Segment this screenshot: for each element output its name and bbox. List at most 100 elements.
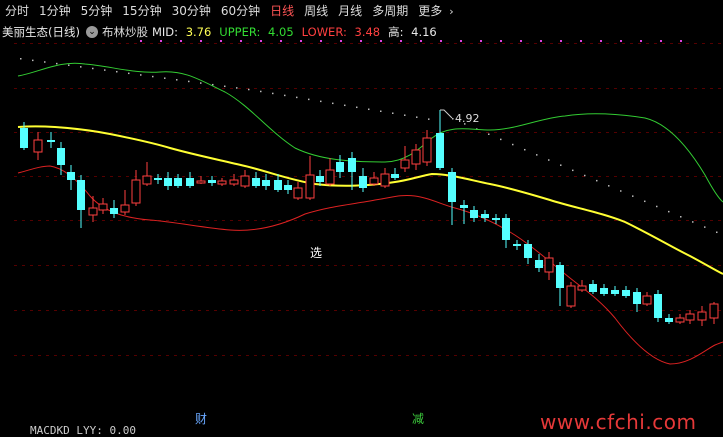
grid-dash: [654, 176, 657, 177]
candle-body[interactable]: [577, 285, 587, 291]
candle-body[interactable]: [316, 176, 324, 182]
tab-period-6[interactable]: 日线: [265, 0, 299, 22]
candle-body[interactable]: [186, 178, 194, 186]
candle-body[interactable]: [642, 295, 652, 305]
candle-body[interactable]: [633, 292, 641, 304]
candlestick-chart[interactable]: [0, 0, 723, 433]
grid-dash: [638, 132, 641, 133]
candle-body[interactable]: [217, 180, 227, 185]
grid-dash: [710, 265, 713, 266]
candle-body[interactable]: [422, 137, 432, 163]
candle-body[interactable]: [20, 128, 28, 148]
select-marker[interactable]: 选: [310, 244, 322, 261]
candle-body[interactable]: [611, 290, 619, 294]
chevron-down-circle-icon[interactable]: ⌄: [85, 26, 98, 38]
candle-body[interactable]: [174, 178, 182, 186]
candle-body[interactable]: [600, 288, 608, 294]
candle-body[interactable]: [284, 185, 292, 190]
candle-body[interactable]: [665, 318, 673, 322]
grid-dash: [102, 176, 105, 177]
grid-dash: [342, 176, 345, 177]
candle-body[interactable]: [325, 169, 335, 185]
candle-body[interactable]: [77, 180, 85, 210]
grid-dash: [214, 176, 217, 177]
candle-body[interactable]: [492, 218, 500, 220]
candle-body[interactable]: [47, 140, 55, 142]
tab-period-0[interactable]: 分时: [0, 0, 34, 22]
grid-dash: [182, 355, 185, 356]
candle-body[interactable]: [411, 149, 421, 165]
candle-body[interactable]: [566, 285, 576, 307]
candle-body[interactable]: [556, 265, 564, 288]
tab-period-5[interactable]: 60分钟: [216, 0, 265, 22]
tab-period-3[interactable]: 15分钟: [117, 0, 166, 22]
candle-body[interactable]: [697, 311, 707, 321]
tab-period-1[interactable]: 1分钟: [34, 0, 76, 22]
grid-dash: [222, 176, 225, 177]
grid-dash: [358, 220, 361, 221]
candle-body[interactable]: [359, 176, 367, 188]
more-arrow-icon[interactable]: ›: [447, 5, 455, 18]
candle-body[interactable]: [470, 210, 478, 218]
candle-body[interactable]: [380, 173, 390, 187]
grid-dash: [502, 265, 505, 266]
candle-body[interactable]: [400, 159, 410, 169]
candle-body[interactable]: [481, 214, 489, 218]
candle-body[interactable]: [293, 187, 303, 199]
candle-body[interactable]: [369, 177, 379, 185]
candle-body[interactable]: [33, 139, 43, 153]
sub-indicator-label[interactable]: MACDKD LYY: 0.00: [30, 425, 136, 436]
candle-body[interactable]: [589, 284, 597, 292]
candle-body[interactable]: [252, 178, 260, 186]
grid-dash: [214, 355, 217, 356]
candle-body[interactable]: [305, 174, 315, 199]
candle-body[interactable]: [336, 162, 344, 172]
candle-body[interactable]: [142, 175, 152, 185]
grid-dash: [638, 43, 641, 44]
candle-body[interactable]: [196, 180, 206, 184]
candle-body[interactable]: [502, 218, 510, 240]
candle-body[interactable]: [709, 303, 719, 319]
candle-body[interactable]: [460, 205, 468, 208]
event-marker-cai[interactable]: 财: [195, 410, 207, 427]
candle-body[interactable]: [110, 208, 118, 214]
grid-dash: [510, 88, 513, 89]
candle-body[interactable]: [544, 257, 554, 273]
tab-period-10[interactable]: 更多: [413, 0, 447, 22]
grid-dash: [358, 310, 361, 311]
candle-body[interactable]: [67, 172, 75, 180]
trend-dot: [176, 79, 178, 81]
candle-body[interactable]: [120, 204, 130, 213]
indicator-name-label[interactable]: 布林炒股: [102, 24, 148, 40]
candle-body[interactable]: [274, 180, 282, 190]
candle-body[interactable]: [57, 148, 65, 165]
candle-body[interactable]: [131, 179, 141, 204]
candle-body[interactable]: [675, 317, 685, 323]
candle-body[interactable]: [208, 180, 216, 183]
candle-body[interactable]: [448, 172, 456, 202]
tab-period-9[interactable]: 多周期: [367, 0, 413, 22]
candle-body[interactable]: [436, 133, 444, 168]
tab-period-2[interactable]: 5分钟: [76, 0, 118, 22]
tab-period-7[interactable]: 周线: [299, 0, 333, 22]
candle-body[interactable]: [622, 290, 630, 296]
candle-body[interactable]: [240, 175, 250, 187]
candle-body[interactable]: [391, 174, 399, 178]
candle-body[interactable]: [154, 178, 162, 180]
grid-dash: [46, 310, 49, 311]
tab-period-8[interactable]: 月线: [333, 0, 367, 22]
candle-body[interactable]: [229, 179, 239, 185]
candle-body[interactable]: [262, 180, 270, 186]
tab-period-4[interactable]: 30分钟: [167, 0, 216, 22]
candle-body[interactable]: [88, 207, 98, 216]
event-marker-jian[interactable]: 减: [412, 410, 424, 427]
candle-body[interactable]: [348, 158, 356, 172]
grid-dash: [238, 265, 241, 266]
candle-body[interactable]: [535, 260, 543, 268]
candle-body[interactable]: [513, 244, 521, 246]
candle-body[interactable]: [164, 178, 172, 186]
candle-body[interactable]: [98, 203, 108, 211]
candle-body[interactable]: [654, 294, 662, 318]
candle-body[interactable]: [524, 244, 532, 258]
candle-body[interactable]: [685, 313, 695, 321]
